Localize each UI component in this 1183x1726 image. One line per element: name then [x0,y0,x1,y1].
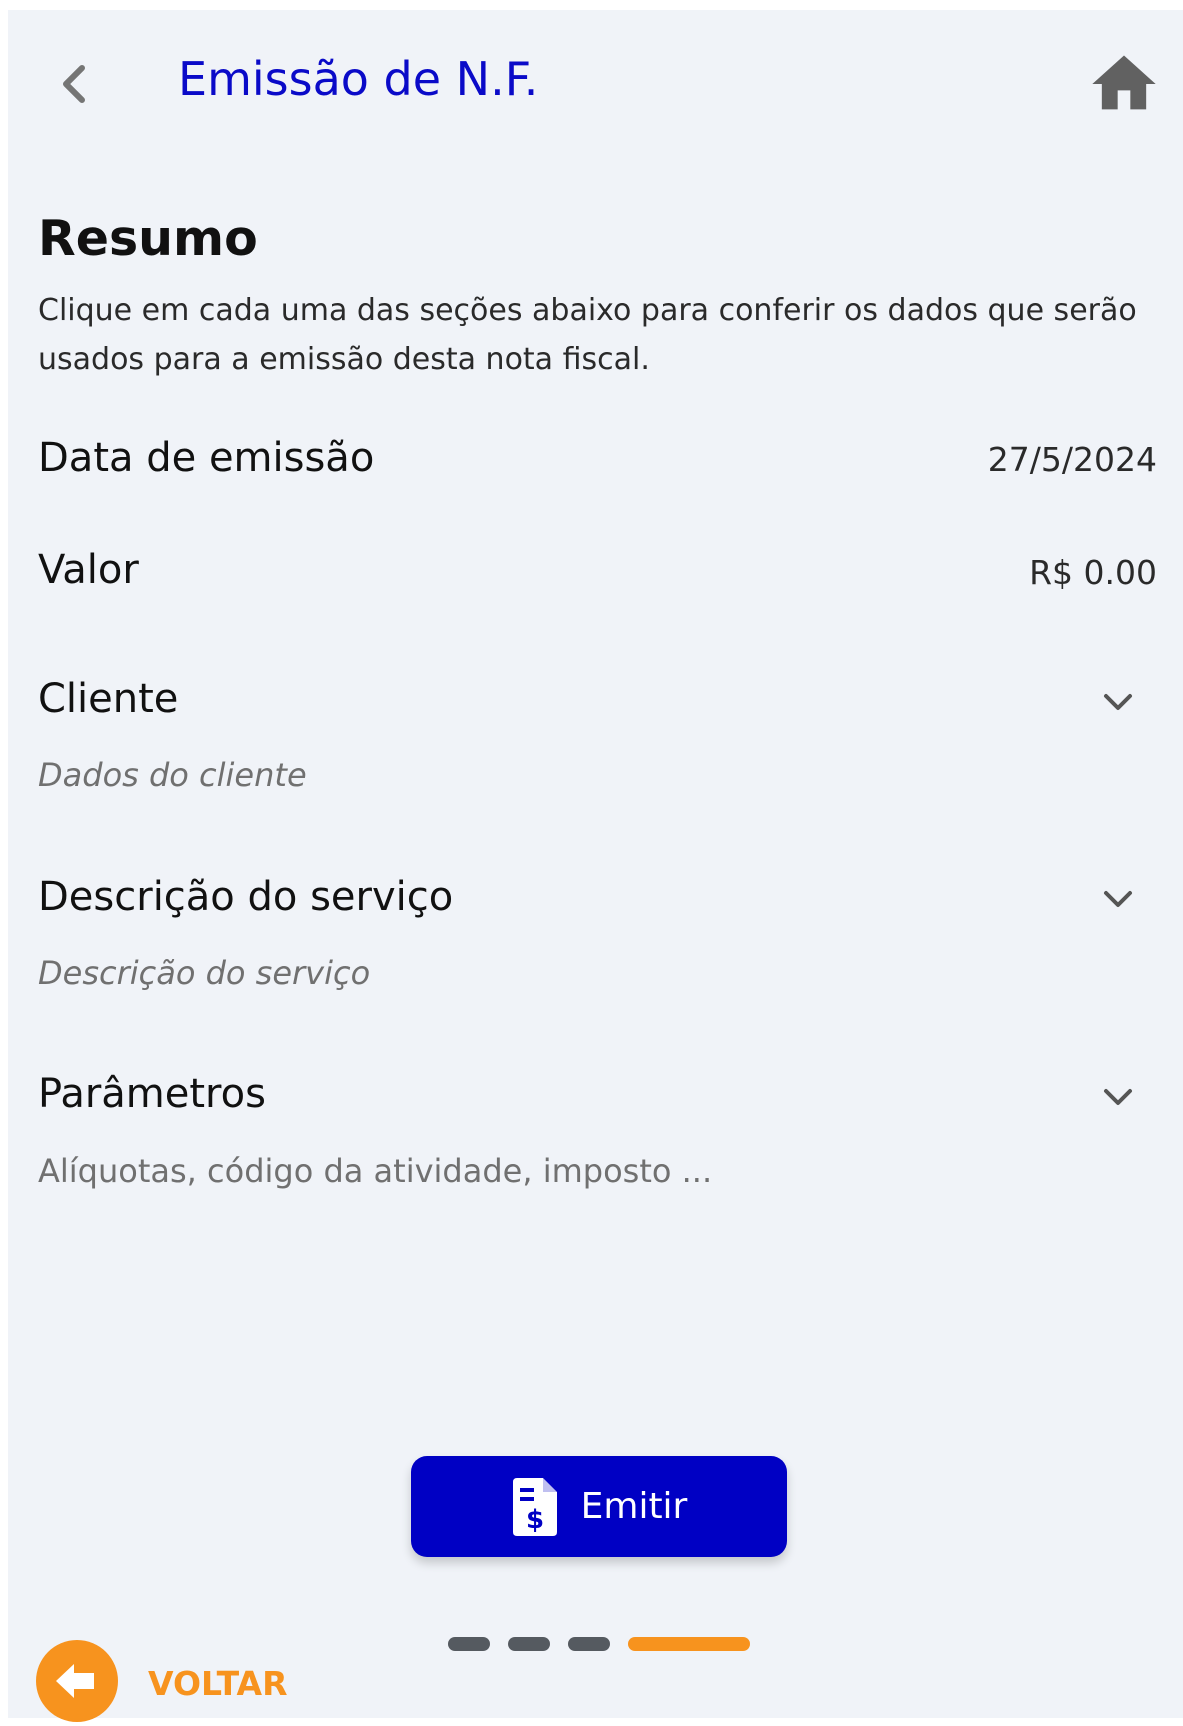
step-indicator [448,1637,490,1651]
svg-text:$: $ [526,1505,544,1535]
chevron-down-icon[interactable] [1098,879,1138,919]
step-indicator [568,1637,610,1651]
page-title: Emissão de N.F. [178,52,539,106]
issue-date-label: Data de emissão [38,435,375,481]
section-params-sub: Alíquotas, código da atividade, imposto … [38,1152,713,1190]
chevron-left-icon[interactable] [52,54,102,114]
step-indicator [508,1637,550,1651]
summary-description: Clique em cada uma das seções abaixo par… [38,293,1137,377]
section-client-sub: Dados do cliente [38,756,307,794]
amount-label: Valor [38,547,139,593]
section-service-label[interactable]: Descrição do serviço [38,874,453,920]
step-indicator-active [628,1637,750,1651]
section-client-label[interactable]: Cliente [38,676,178,722]
screen: Emissão de N.F. Resumo Clique em cada um… [8,10,1183,1722]
summary-title: Resumo [38,210,258,267]
home-icon[interactable] [1086,46,1162,122]
arrow-left-circle-icon[interactable] [36,1640,118,1722]
chevron-down-icon[interactable] [1098,682,1138,722]
issue-date-value: 27/5/2024 [987,440,1157,479]
chevron-down-icon[interactable] [1098,1077,1138,1117]
back-button[interactable]: VOLTAR [148,1664,287,1703]
amount-value: R$ 0.00 [1029,553,1157,592]
invoice-dollar-icon: $ [511,1476,561,1538]
emit-button[interactable]: $ Emitir [411,1456,787,1557]
section-service-sub: Descrição do serviço [38,954,371,992]
section-params-label[interactable]: Parâmetros [38,1071,266,1117]
emit-button-label: Emitir [580,1486,688,1527]
